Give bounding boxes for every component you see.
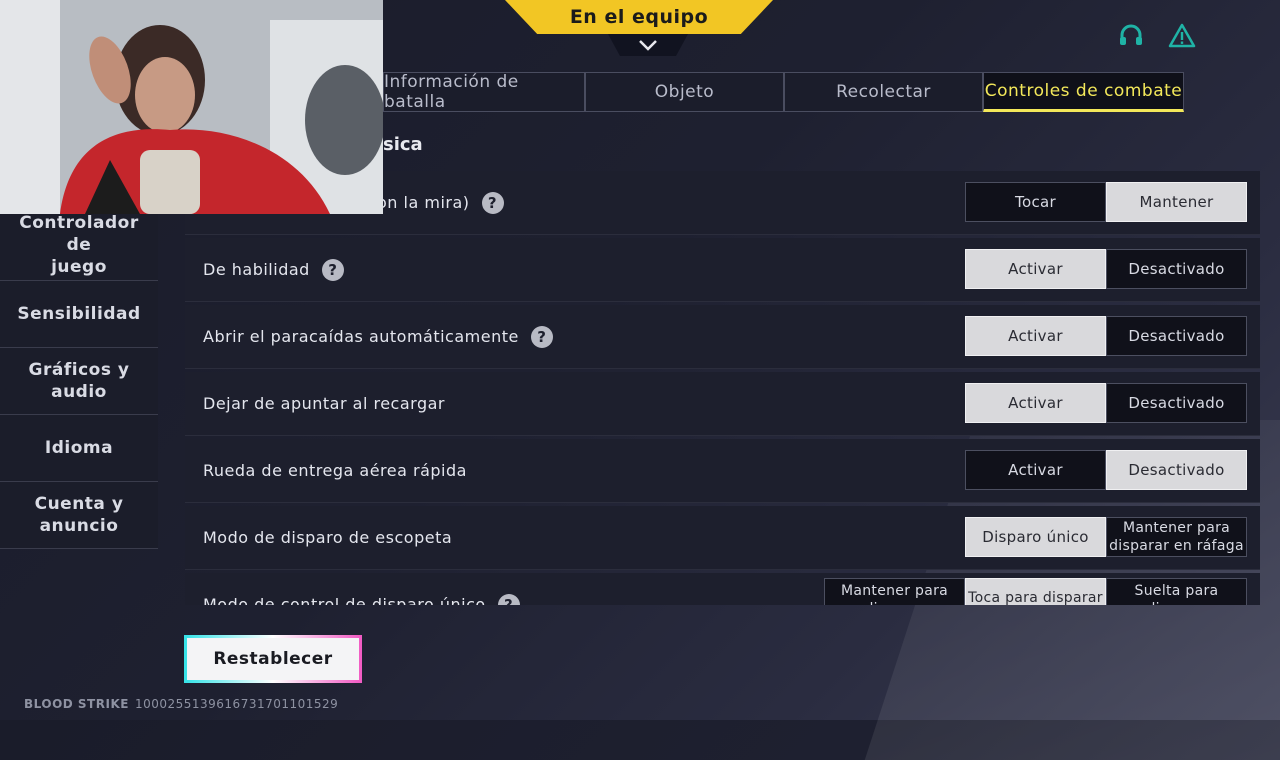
tab-label: Recolectar — [836, 82, 931, 102]
tab-label: Información de batalla — [384, 72, 519, 112]
team-banner[interactable]: En el equipo — [505, 0, 773, 34]
brand-label: BLOOD STRIKE — [24, 697, 129, 711]
settings-tabs: Información de batalla Objeto Recolectar… — [383, 72, 1184, 114]
streamer-video-frame — [0, 0, 383, 214]
option-toggle: Disparo único Mantener para disparar en … — [965, 517, 1247, 557]
help-icon[interactable]: ? — [481, 191, 504, 214]
setting-label: Modo de disparo de escopeta — [203, 528, 453, 547]
option-hold[interactable]: Mantener — [1106, 182, 1247, 222]
tab-battle-info[interactable]: Información de batalla — [383, 72, 585, 112]
option-hold-to-fire[interactable]: Mantener para disparar — [824, 578, 965, 605]
sidebar-item-label: Controlador de juego — [19, 213, 139, 277]
webcam-overlay — [0, 0, 383, 214]
option-activate[interactable]: Activar — [965, 450, 1106, 490]
tab-collect[interactable]: Recolectar — [784, 72, 983, 112]
warning-icon[interactable] — [1168, 22, 1196, 50]
sidebar-item-label: Idioma — [44, 438, 114, 458]
setting-label-wrap: De habilidad ? — [203, 238, 344, 301]
option-activate[interactable]: Activar — [965, 316, 1106, 356]
sidebar-item-sensitivity[interactable]: Sensibilidad — [0, 281, 158, 348]
setting-label: Modo de control de disparo único — [203, 595, 486, 605]
option-activate[interactable]: Activar — [965, 249, 1106, 289]
settings-list[interactable]: on la mira) ? Tocar Mantener De habilida… — [185, 171, 1260, 605]
option-single-shot[interactable]: Disparo único — [965, 517, 1106, 557]
section-title: sica — [383, 134, 423, 155]
reset-button[interactable]: Restablecer — [184, 635, 362, 683]
setting-row: Dejar de apuntar al recargar Activar Des… — [185, 372, 1260, 436]
tab-combat-controls[interactable]: Controles de combate — [983, 72, 1184, 112]
option-activate[interactable]: Activar — [965, 383, 1106, 423]
setting-label: on la mira) — [377, 193, 470, 212]
setting-label-wrap: on la mira) ? — [377, 171, 504, 234]
setting-row: Modo de disparo de escopeta Disparo únic… — [185, 506, 1260, 570]
option-toggle: Activar Desactivado — [965, 450, 1247, 490]
help-icon[interactable]: ? — [530, 325, 553, 348]
sidebar-item-account[interactable]: Cuenta y anuncio — [0, 482, 158, 549]
option-release-to-fire[interactable]: Suelta para disparar — [1106, 578, 1247, 605]
setting-label-wrap: Modo de disparo de escopeta — [203, 506, 452, 569]
option-burst[interactable]: Mantener para disparar en ráfaga — [1106, 517, 1247, 557]
option-deactivate[interactable]: Desactivado — [1106, 249, 1247, 289]
setting-label-wrap: Rueda de entrega aérea rápida — [203, 439, 467, 502]
headset-icon[interactable] — [1117, 22, 1145, 50]
tab-label: Objeto — [654, 82, 715, 102]
chevron-down-icon — [639, 40, 657, 51]
sidebar-item-label: Cuenta y anuncio — [34, 494, 124, 536]
footer-info: BLOOD STRIKE 1000255139616731701101529 — [24, 697, 338, 711]
team-banner-label: En el equipo — [569, 6, 709, 28]
setting-label: Rueda de entrega aérea rápida — [203, 461, 467, 480]
expand-toggle[interactable] — [608, 34, 688, 56]
setting-row: Abrir el paracaídas automáticamente ? Ac… — [185, 305, 1260, 369]
option-tap[interactable]: Tocar — [965, 182, 1106, 222]
setting-label: Abrir el paracaídas automáticamente — [203, 327, 519, 346]
sidebar-item-label: Sensibilidad — [17, 304, 141, 324]
sidebar-item-language[interactable]: Idioma — [0, 415, 158, 482]
option-toggle: Activar Desactivado — [965, 249, 1247, 289]
option-toggle: Activar Desactivado — [965, 383, 1247, 423]
reset-button-label: Restablecer — [213, 649, 333, 669]
setting-row: Modo de control de disparo único ? Mante… — [185, 573, 1260, 605]
option-deactivate[interactable]: Desactivado — [1106, 450, 1247, 490]
setting-label-wrap: Dejar de apuntar al recargar — [203, 372, 445, 435]
settings-sidebar: Controlador de juego Sensibilidad Gráfic… — [0, 210, 158, 549]
player-id: 1000255139616731701101529 — [134, 697, 339, 711]
help-icon[interactable]: ? — [497, 593, 520, 605]
setting-row: Rueda de entrega aérea rápida Activar De… — [185, 439, 1260, 503]
option-toggle: Activar Desactivado — [965, 316, 1247, 356]
setting-label-wrap: Modo de control de disparo único ? — [203, 573, 520, 605]
option-tap-to-fire[interactable]: Toca para disparar — [965, 578, 1106, 605]
tab-item[interactable]: Objeto — [585, 72, 784, 112]
option-toggle: Tocar Mantener — [965, 182, 1247, 222]
option-deactivate[interactable]: Desactivado — [1106, 316, 1247, 356]
sidebar-item-controller[interactable]: Controlador de juego — [0, 210, 158, 281]
setting-label-wrap: Abrir el paracaídas automáticamente ? — [203, 305, 553, 368]
option-deactivate[interactable]: Desactivado — [1106, 383, 1247, 423]
setting-row: De habilidad ? Activar Desactivado — [185, 238, 1260, 302]
sidebar-item-label: Gráficos y audio — [28, 360, 130, 402]
option-toggle: Mantener para disparar Toca para dispara… — [824, 578, 1247, 605]
sidebar-item-graphics-audio[interactable]: Gráficos y audio — [0, 348, 158, 415]
setting-label: De habilidad — [203, 260, 310, 279]
tab-label: Controles de combate — [984, 81, 1183, 101]
help-icon[interactable]: ? — [321, 258, 344, 281]
setting-label: Dejar de apuntar al recargar — [203, 394, 445, 413]
